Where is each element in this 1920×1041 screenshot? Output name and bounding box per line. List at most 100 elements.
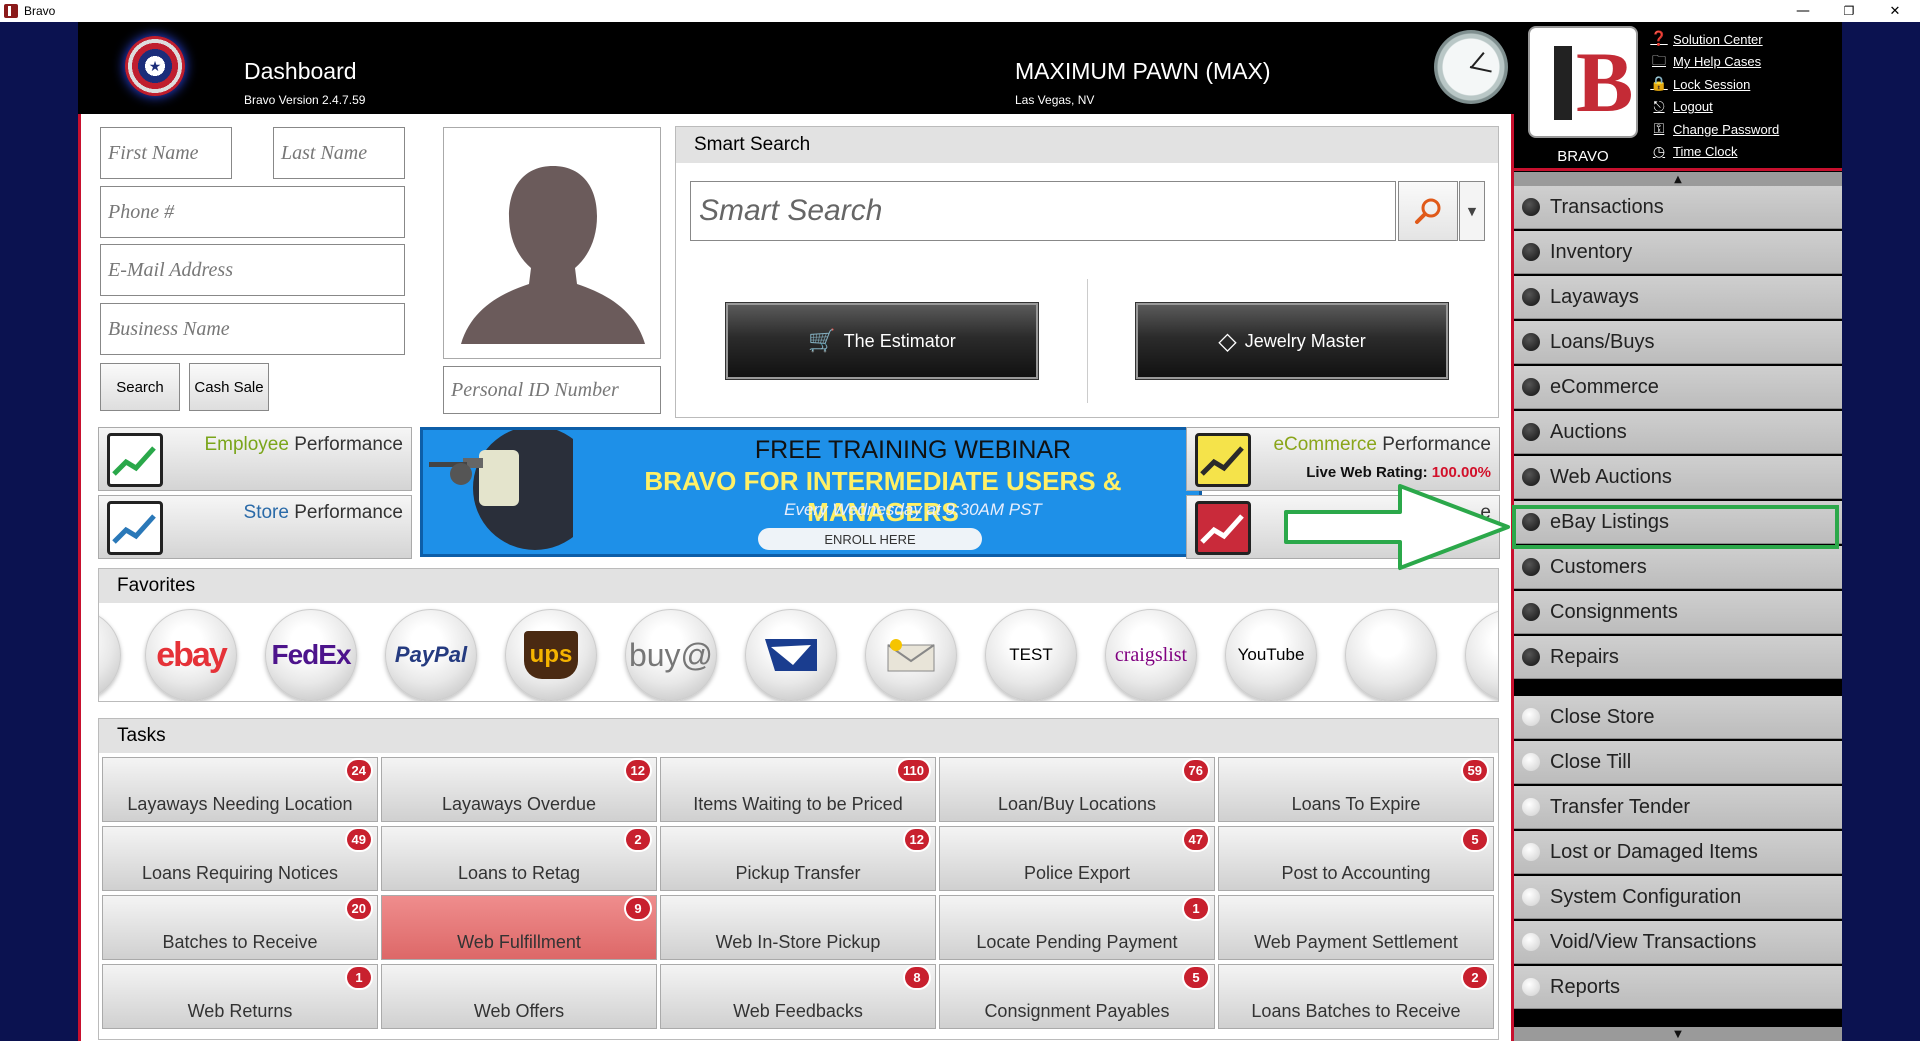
favorite-usps[interactable] [745,609,837,701]
favorite-ups[interactable]: ups [505,609,597,701]
sidebar-item-auctions[interactable]: Auctions [1514,411,1842,454]
restore-button[interactable]: ❐ [1826,0,1872,22]
task-count-badge: 2 [626,829,650,850]
search-icon [1415,198,1441,224]
cash-sale-button[interactable]: Cash Sale [189,363,269,411]
task-button[interactable]: Web Offers [381,964,657,1029]
dashboard-body: First Name Last Name Phone # E-Mail Addr… [78,114,1514,1041]
sidebar-item-loans-buys[interactable]: Loans/Buys [1514,321,1842,364]
sidebar-scroll-up[interactable]: ▲ [1514,172,1842,186]
task-button[interactable]: Pickup Transfer 12 [660,826,936,891]
employee-performance-title: Employee Performance [204,434,403,455]
sidebar-item-close-till[interactable]: Close Till [1514,741,1842,784]
smart-search-button[interactable] [1398,181,1458,241]
task-label: Pickup Transfer [735,863,861,883]
favorite-ebay[interactable]: ebay [145,609,237,701]
sidebar-item-reports[interactable]: Reports [1514,966,1842,1009]
favorite-empty-partial[interactable] [1465,609,1498,701]
sidebar-scroll-down[interactable]: ▼ [1514,1027,1842,1041]
favorite-youtube[interactable]: YouTube [1225,609,1317,701]
smart-search-divider [1087,279,1088,403]
first-name-field[interactable]: First Name [100,127,232,179]
sidebar-item-repairs[interactable]: Repairs [1514,636,1842,679]
task-button[interactable]: Web Fulfillment 9 [381,895,657,960]
sidebar-item-close-store[interactable]: Close Store [1514,696,1842,739]
sidebar-item-ecommerce[interactable]: eCommerce [1514,366,1842,409]
task-button[interactable]: Items Waiting to be Priced 110 [660,757,936,822]
task-button[interactable]: Layaways Needing Location 24 [102,757,378,822]
favorite-mail[interactable] [865,609,957,701]
task-button[interactable]: Post to Accounting 5 [1218,826,1494,891]
task-button[interactable]: Consignment Payables 5 [939,964,1215,1029]
logout-link[interactable]: ⎋ Logout [1650,96,1779,119]
last-name-field[interactable]: Last Name [273,127,405,179]
ecommerce-performance-tile[interactable]: eCommerce Performance Live Web Rating: 1… [1186,427,1500,491]
microphone-icon [429,430,573,550]
personal-id-field[interactable]: Personal ID Number [443,366,661,414]
favorite-seal[interactable]: ● [99,609,121,701]
task-button[interactable]: Locate Pending Payment 1 [939,895,1215,960]
favorite-buy[interactable]: buy@ [625,609,717,701]
business-name-field[interactable]: Business Name [100,303,405,355]
my-help-cases-link[interactable]: 🗀 My Help Cases [1650,51,1779,74]
jewelry-master-button[interactable]: ◇ Jewelry Master [1136,303,1448,379]
task-button[interactable]: Loans To Expire 59 [1218,757,1494,822]
bullet-light-icon [1522,798,1540,816]
task-count-badge: 5 [1184,967,1208,988]
header-links: ❓ Solution Center 🗀 My Help Cases 🔒 Lock Se… [1650,28,1779,163]
sidebar-item-lost-or-damaged-items[interactable]: Lost or Damaged Items [1514,831,1842,874]
employee-performance-tile[interactable]: Employee Performance [98,427,412,491]
smart-search-dropdown[interactable]: ▼ [1459,181,1485,241]
change-password-link[interactable]: ⚿ Change Password [1650,118,1780,141]
estimator-button[interactable]: 🛒 The Estimator [726,303,1038,379]
email-field[interactable]: E-Mail Address [100,244,405,296]
task-button[interactable]: Web Payment Settlement [1218,895,1494,960]
smart-search-input[interactable]: Smart Search [690,181,1396,241]
task-button[interactable]: Police Export 47 [939,826,1215,891]
task-button[interactable]: Batches to Receive 20 [102,895,378,960]
task-button[interactable]: Loans Requiring Notices 49 [102,826,378,891]
sidebar-item-void-view-transactions[interactable]: Void/View Transactions [1514,921,1842,964]
enroll-button[interactable]: ENROLL HERE [758,528,982,550]
favorite-empty[interactable] [1345,609,1437,701]
webinar-banner[interactable]: FREE TRAINING WEBINAR BRAVO FOR INTERMED… [420,427,1202,557]
sidebar-item-system-configuration[interactable]: System Configuration [1514,876,1842,919]
sidebar-item-transactions[interactable]: Transactions [1514,186,1842,229]
sidebar-item-customers[interactable]: Customers [1514,546,1842,589]
bravo-logo: B [1526,24,1640,142]
task-button[interactable]: Layaways Overdue 12 [381,757,657,822]
sidebar-item-inventory[interactable]: Inventory [1514,231,1842,274]
sidebar-item-ebay-listings[interactable]: eBay Listings [1514,501,1842,544]
customer-photo-placeholder[interactable] [443,127,661,359]
lock-session-link[interactable]: 🔒 Lock Session [1650,73,1779,96]
task-label: Web Returns [187,1001,293,1021]
task-count-badge: 47 [1183,829,1208,850]
sidebar-item-consignments[interactable]: Consignments [1514,591,1842,634]
task-count-badge: 2 [1463,967,1487,988]
search-button[interactable]: Search [100,363,180,411]
close-button[interactable]: ✕ [1872,0,1918,22]
sidebar-item-label: Loans/Buys [1550,330,1655,353]
sidebar-item-transfer-tender[interactable]: Transfer Tender [1514,786,1842,829]
favorite-craigslist[interactable]: craigslist [1105,609,1197,701]
favorite-test[interactable]: TEST [985,609,1077,701]
fourth-performance-tile[interactable]: e [1186,495,1500,559]
task-button[interactable]: Web Feedbacks 8 [660,964,936,1029]
store-performance-tile[interactable]: Store Performance [98,495,412,559]
minimize-button[interactable]: — [1780,0,1826,22]
sidebar-item-layaways[interactable]: Layaways [1514,276,1842,319]
task-button[interactable]: Loan/Buy Locations 76 [939,757,1215,822]
sidebar-item-web-auctions[interactable]: Web Auctions [1514,456,1842,499]
phone-field[interactable]: Phone # [100,186,405,238]
captain-shield-logo-icon: ★ [125,36,185,96]
task-button[interactable]: Web In-Store Pickup [660,895,936,960]
task-button[interactable]: Loans Batches to Receive 2 [1218,964,1494,1029]
task-button[interactable]: Web Returns 1 [102,964,378,1029]
favorite-paypal[interactable]: PayPal [385,609,477,701]
task-button[interactable]: Loans to Retag 2 [381,826,657,891]
time-clock-link[interactable]: ◷ Time Clock [1650,141,1779,164]
store-name: MAXIMUM PAWN (MAX) [1015,58,1271,84]
question-icon: ❓ [1650,31,1668,48]
solution-center-link[interactable]: ❓ Solution Center [1650,28,1779,51]
favorite-fedex[interactable]: FedEx [265,609,357,701]
